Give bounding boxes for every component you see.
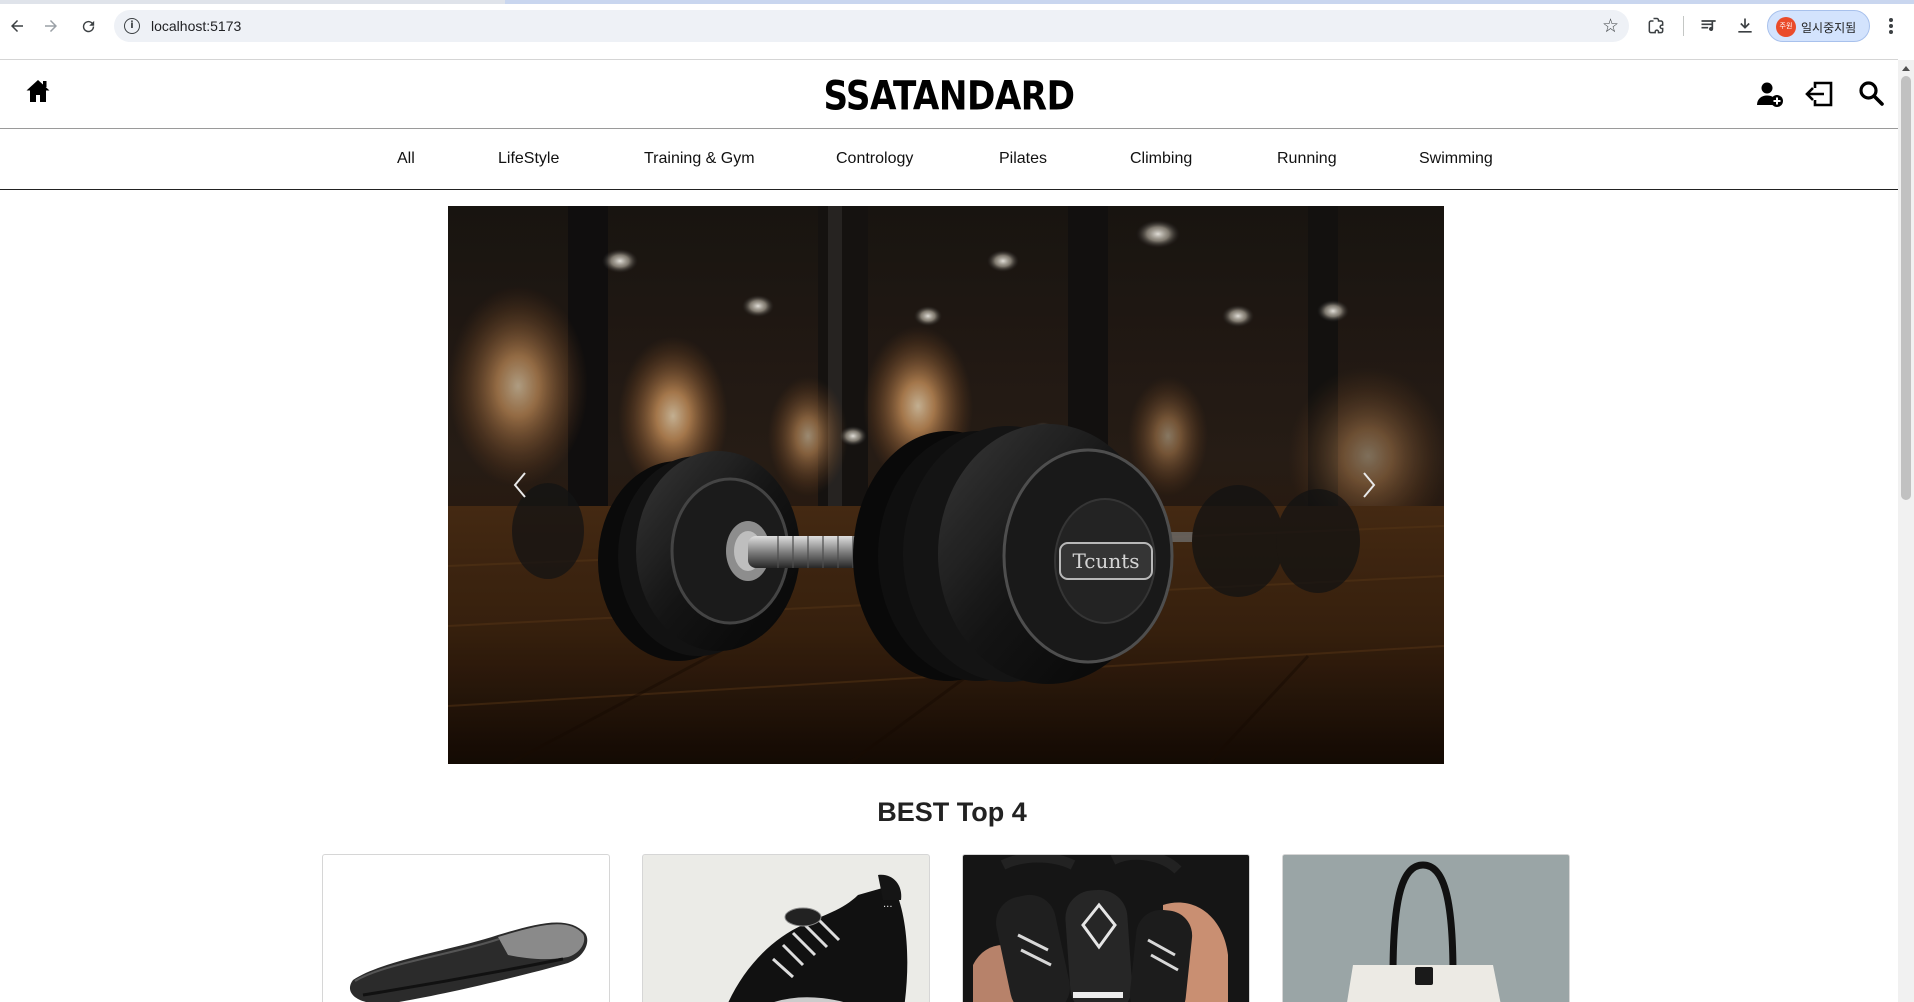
product-card[interactable] xyxy=(1282,854,1570,1002)
site-header: SSATANDARD xyxy=(0,60,1898,129)
category-lifestyle[interactable]: LifeStyle xyxy=(498,150,559,168)
category-pilates[interactable]: Pilates xyxy=(999,150,1047,168)
category-contrology[interactable]: Contrology xyxy=(836,150,913,168)
address-bar[interactable]: i localhost:5173 ☆ xyxy=(114,10,1629,42)
carousel-slide-image: Tcunts xyxy=(448,206,1444,764)
profile-avatar: 주원 xyxy=(1776,17,1796,37)
more-menu-icon[interactable] xyxy=(1879,14,1903,38)
product-image-tote-bag xyxy=(1283,855,1569,1002)
profile-chip[interactable]: 주원 일시중지됨 xyxy=(1767,10,1870,42)
scroll-up-icon[interactable] xyxy=(1902,66,1910,71)
site-info-icon[interactable]: i xyxy=(124,18,140,34)
url-text[interactable]: localhost:5173 xyxy=(151,18,241,34)
download-icon[interactable] xyxy=(1733,14,1757,38)
category-swimming[interactable]: Swimming xyxy=(1419,150,1493,168)
extensions-icon[interactable] xyxy=(1644,14,1668,38)
chevron-right-icon[interactable] xyxy=(1353,468,1383,502)
product-card[interactable]: ... xyxy=(642,854,930,1002)
hero-carousel[interactable]: Tcunts xyxy=(448,206,1444,764)
page-scrollbar[interactable] xyxy=(1898,60,1914,1002)
browser-toolbar: i localhost:5173 ☆ 주원 일시중지됨 xyxy=(0,0,1914,52)
product-card[interactable] xyxy=(962,854,1250,1002)
site-logo[interactable]: SSATANDARD xyxy=(0,73,1898,119)
best-section-title: BEST Top 4 xyxy=(877,797,1027,827)
chevron-left-icon[interactable] xyxy=(506,468,536,502)
page-viewport: SSATANDARD All LifeStyle Training & Gym … xyxy=(0,60,1898,1002)
tab-strip-highlight xyxy=(505,0,1914,4)
category-all[interactable]: All xyxy=(397,150,415,168)
site-logo-text: SSATANDARD xyxy=(823,72,1075,120)
product-image-sneaker: ... xyxy=(728,874,908,1002)
search-icon[interactable] xyxy=(1858,80,1886,108)
reload-icon[interactable] xyxy=(76,14,100,38)
product-image-jump-rope xyxy=(973,855,1228,1002)
sneaker-tag-text: ... xyxy=(883,899,893,910)
category-nav: All LifeStyle Training & Gym Contrology … xyxy=(0,130,1898,190)
bookmark-star-icon[interactable]: ☆ xyxy=(1602,15,1619,38)
category-training-gym[interactable]: Training & Gym xyxy=(644,150,755,168)
profile-status-label: 일시중지됨 xyxy=(1801,21,1857,35)
product-card[interactable] xyxy=(322,854,610,1002)
toolbar-divider xyxy=(1683,16,1684,36)
back-arrow-icon[interactable] xyxy=(5,14,29,38)
forward-arrow-icon[interactable] xyxy=(39,14,63,38)
category-climbing[interactable]: Climbing xyxy=(1130,150,1192,168)
product-image-insole xyxy=(349,922,588,1002)
tab-strip xyxy=(0,0,1914,4)
logout-icon[interactable] xyxy=(1804,80,1833,108)
category-running[interactable]: Running xyxy=(1277,150,1337,168)
media-control-icon[interactable] xyxy=(1697,14,1721,38)
user-plus-icon[interactable] xyxy=(1756,80,1784,108)
scrollbar-thumb[interactable] xyxy=(1901,76,1911,500)
